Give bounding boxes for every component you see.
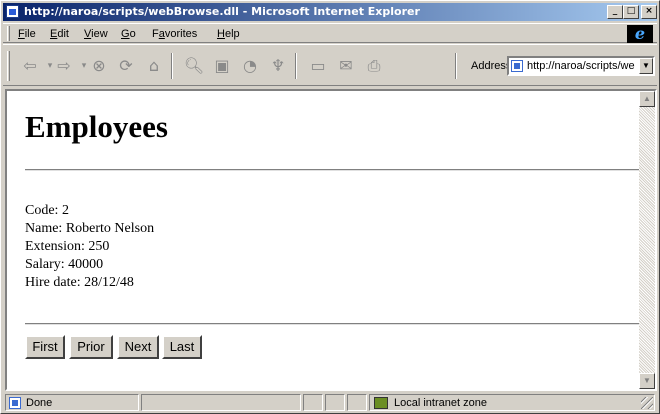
- ie-logo-icon: e: [627, 25, 653, 43]
- prior-button[interactable]: Prior: [69, 335, 113, 359]
- toolbar: ⇦ ▾ ⇨ ▾ ⊗ ⟳ ⌂ 🔍︎ ▣ ◔ ♆ ▭ ✉ ⎙ Address htt…: [3, 44, 657, 86]
- menu-favorites[interactable]: Favorites: [152, 28, 197, 40]
- field-hire-date: Hire date: 28/12/48: [25, 275, 134, 290]
- menu-view[interactable]: View: [84, 28, 108, 40]
- address-value[interactable]: http://naroa/scripts/we: [527, 60, 635, 72]
- toolbar-separator: [171, 53, 173, 79]
- menu-edit[interactable]: Edit: [50, 28, 69, 40]
- browser-window: http://naroa/scripts/webBrowse.dll - Mic…: [0, 0, 660, 414]
- back-icon[interactable]: ⇦: [19, 55, 41, 77]
- title-bar[interactable]: http://naroa/scripts/webBrowse.dll - Mic…: [3, 3, 657, 21]
- status-cell: [347, 394, 367, 411]
- scroll-up-icon[interactable]: ▲: [639, 91, 655, 107]
- refresh-icon[interactable]: ⟳: [115, 55, 137, 77]
- print-icon[interactable]: ⎙: [363, 55, 385, 77]
- status-cell: [325, 394, 345, 411]
- field-code: Code: 2: [25, 203, 69, 218]
- address-input[interactable]: http://naroa/scripts/we ▼: [507, 56, 655, 76]
- address-label: Address: [471, 60, 512, 72]
- intranet-zone-icon: [374, 397, 388, 409]
- channels-icon[interactable]: ♆: [267, 55, 289, 77]
- favorites-icon[interactable]: ▣: [211, 55, 233, 77]
- status-progress: [141, 394, 301, 411]
- page-icon: [511, 60, 523, 72]
- menu-grip[interactable]: [7, 26, 10, 41]
- content-frame: Employees Code: 2 Name: Roberto Nelson E…: [5, 89, 657, 391]
- menu-file[interactable]: File: [18, 28, 36, 40]
- resize-grip-icon[interactable]: [641, 397, 653, 409]
- mail-icon[interactable]: ✉: [335, 55, 357, 77]
- status-main: Done: [5, 394, 139, 411]
- field-extension: Extension: 250: [25, 239, 110, 254]
- fullscreen-icon[interactable]: ▭: [307, 55, 329, 77]
- minimize-button[interactable]: _: [607, 5, 623, 19]
- menu-go[interactable]: Go: [121, 28, 136, 40]
- menu-bar: File Edit View Go Favorites Help e: [3, 23, 657, 43]
- field-name: Name: Roberto Nelson: [25, 221, 155, 236]
- maximize-button[interactable]: □: [623, 5, 639, 19]
- search-icon[interactable]: 🔍︎: [183, 55, 205, 77]
- ie-page-icon[interactable]: [6, 5, 19, 18]
- status-bar: Done Local intranet zone: [3, 393, 657, 411]
- status-cell: [303, 394, 323, 411]
- toolbar-grip[interactable]: [7, 51, 10, 81]
- page-title: Employees: [25, 109, 168, 144]
- history-icon[interactable]: ◔: [239, 55, 261, 77]
- close-button[interactable]: ×: [641, 5, 657, 19]
- first-button[interactable]: First: [25, 335, 65, 359]
- menu-help[interactable]: Help: [217, 28, 240, 40]
- page-content: Employees Code: 2 Name: Roberto Nelson E…: [7, 91, 639, 389]
- field-salary: Salary: 40000: [25, 257, 104, 272]
- page-done-icon: [9, 397, 21, 409]
- home-icon[interactable]: ⌂: [143, 55, 165, 77]
- window-title: http://naroa/scripts/webBrowse.dll - Mic…: [24, 5, 420, 18]
- last-button[interactable]: Last: [162, 335, 202, 359]
- scroll-down-icon[interactable]: ▼: [639, 373, 655, 389]
- toolbar-separator: [295, 53, 297, 79]
- status-text: Done: [26, 397, 53, 409]
- forward-icon[interactable]: ⇨: [53, 55, 75, 77]
- toolbar-separator: [455, 53, 457, 79]
- stop-icon[interactable]: ⊗: [88, 55, 110, 77]
- next-button[interactable]: Next: [117, 335, 159, 359]
- vertical-scrollbar[interactable]: ▲ ▼: [639, 91, 655, 389]
- zone-text: Local intranet zone: [394, 397, 487, 409]
- status-zone: Local intranet zone: [369, 394, 655, 411]
- divider: [25, 169, 639, 171]
- divider: [25, 323, 639, 325]
- address-dropdown-icon[interactable]: ▼: [639, 58, 653, 74]
